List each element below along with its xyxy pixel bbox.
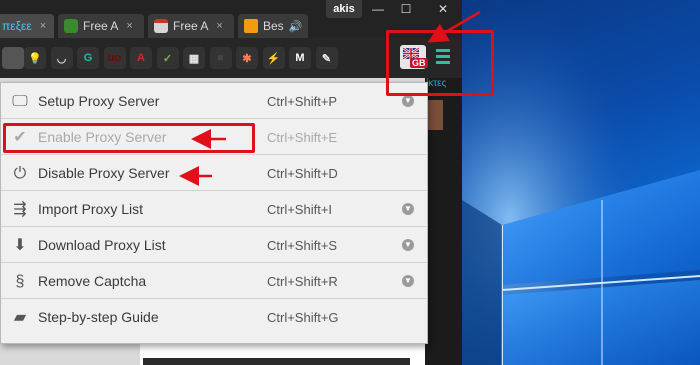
trello-extension-icon[interactable]: ▦ bbox=[183, 47, 205, 69]
dark-extension-icon[interactable]: ■ bbox=[209, 47, 232, 69]
tab-current[interactable]: πεξεε × bbox=[0, 14, 54, 38]
feather-extension-icon[interactable]: ✎ bbox=[315, 47, 338, 69]
menu-ext-icon[interactable] bbox=[2, 47, 24, 69]
puzzle-icon bbox=[64, 19, 78, 33]
menu-item-label: Remove Captcha bbox=[38, 273, 147, 289]
tab-label: Bes bbox=[263, 19, 284, 33]
annotation-box-enable bbox=[3, 123, 255, 153]
menu-item-shortcut: Ctrl+Shift+I bbox=[267, 202, 333, 217]
pocket-extension-icon[interactable]: ◡ bbox=[50, 47, 73, 69]
profile-button[interactable]: akis bbox=[326, 0, 362, 18]
chevron-down-icon[interactable]: ▼ bbox=[402, 239, 414, 251]
lightbulb-extension-icon[interactable]: 💡 bbox=[24, 47, 46, 69]
rss-icon bbox=[244, 19, 258, 33]
proxy-dropdown-menu: 🖵 Setup Proxy Server Ctrl+Shift+P ▼ ✔ Enable … bbox=[0, 82, 428, 344]
grammarly-extension-icon[interactable]: G bbox=[77, 47, 99, 69]
menu-item-label: Setup Proxy Server bbox=[38, 93, 160, 109]
menu-item-shortcut: Ctrl+Shift+R bbox=[267, 274, 338, 289]
tab-label: Free A bbox=[173, 19, 209, 33]
chevron-down-icon[interactable]: ▼ bbox=[402, 95, 414, 107]
gmail-extension-icon[interactable]: M bbox=[289, 47, 311, 69]
annotation-box-extension bbox=[386, 30, 494, 96]
chevron-down-icon[interactable]: ▼ bbox=[402, 203, 414, 215]
shield-extension-icon[interactable]: ✓ bbox=[156, 47, 179, 69]
import-icon: ⇶ bbox=[13, 201, 27, 218]
hubspot-extension-icon[interactable]: ✱ bbox=[236, 47, 258, 69]
menu-item-shortcut: Ctrl+Shift+E bbox=[267, 130, 338, 145]
menu-item-shortcut: Ctrl+Shift+P bbox=[267, 94, 338, 109]
menu-item-download-proxy-list[interactable]: ⬇ Download Proxy List Ctrl+Shift+S ▼ bbox=[1, 227, 427, 263]
tab-best[interactable]: Bes 🔊 bbox=[238, 14, 308, 38]
menu-item-step-by-step-guide[interactable]: ▰ Step-by-step Guide Ctrl+Shift+G bbox=[1, 299, 427, 335]
captcha-icon: § bbox=[15, 273, 25, 290]
menu-item-remove-captcha[interactable]: § Remove Captcha Ctrl+Shift+R ▼ bbox=[1, 263, 427, 299]
download-icon: ⬇ bbox=[13, 237, 27, 254]
menu-item-shortcut: Ctrl+Shift+S bbox=[267, 238, 338, 253]
tab-close-icon[interactable]: × bbox=[40, 20, 46, 32]
menu-item-label: Disable Proxy Server bbox=[38, 165, 170, 181]
tab-free-addons-2[interactable]: Free A × bbox=[148, 14, 234, 38]
menu-item-import-proxy-list[interactable]: ⇶ Import Proxy List Ctrl+Shift+I ▼ bbox=[1, 191, 427, 227]
menu-item-label: Step-by-step Guide bbox=[38, 309, 159, 325]
tab-free-addons-1[interactable]: Free A × bbox=[58, 14, 144, 38]
window-controls: — ☐ ✕ bbox=[364, 0, 462, 20]
avira-extension-icon[interactable]: A bbox=[130, 47, 152, 69]
page-image bbox=[143, 358, 410, 365]
monitor-icon: 🖵 bbox=[12, 93, 28, 110]
menu-item-setup-proxy-server[interactable]: 🖵 Setup Proxy Server Ctrl+Shift+P ▼ bbox=[1, 83, 427, 119]
minimize-button[interactable]: — bbox=[364, 0, 392, 18]
store-icon bbox=[154, 19, 168, 33]
tab-close-icon[interactable]: × bbox=[126, 20, 132, 32]
chevron-down-icon[interactable]: ▼ bbox=[402, 275, 414, 287]
desktop-background bbox=[462, 0, 700, 365]
ublock-extension-icon[interactable]: uo bbox=[103, 47, 126, 69]
flash-extension-icon[interactable]: ⚡ bbox=[262, 47, 285, 69]
speaker-icon[interactable]: 🔊 bbox=[289, 20, 303, 33]
menu-item-disable-proxy-server[interactable]: ⏻ Disable Proxy Server Ctrl+Shift+D bbox=[1, 155, 427, 191]
menu-item-label: Download Proxy List bbox=[38, 237, 166, 253]
power-icon: ⏻ bbox=[13, 165, 27, 182]
menu-item-label: Import Proxy List bbox=[38, 201, 144, 217]
tab-close-icon[interactable]: × bbox=[216, 20, 222, 32]
menu-item-shortcut: Ctrl+Shift+G bbox=[267, 310, 339, 325]
tab-label: πεξεε bbox=[2, 19, 32, 33]
maximize-button[interactable]: ☐ bbox=[392, 0, 420, 18]
close-window-button[interactable]: ✕ bbox=[420, 0, 462, 18]
book-icon: ▰ bbox=[13, 309, 27, 326]
tab-label: Free A bbox=[83, 19, 119, 33]
menu-item-shortcut: Ctrl+Shift+D bbox=[267, 166, 338, 181]
windows-logo-wallpaper bbox=[462, 0, 700, 365]
